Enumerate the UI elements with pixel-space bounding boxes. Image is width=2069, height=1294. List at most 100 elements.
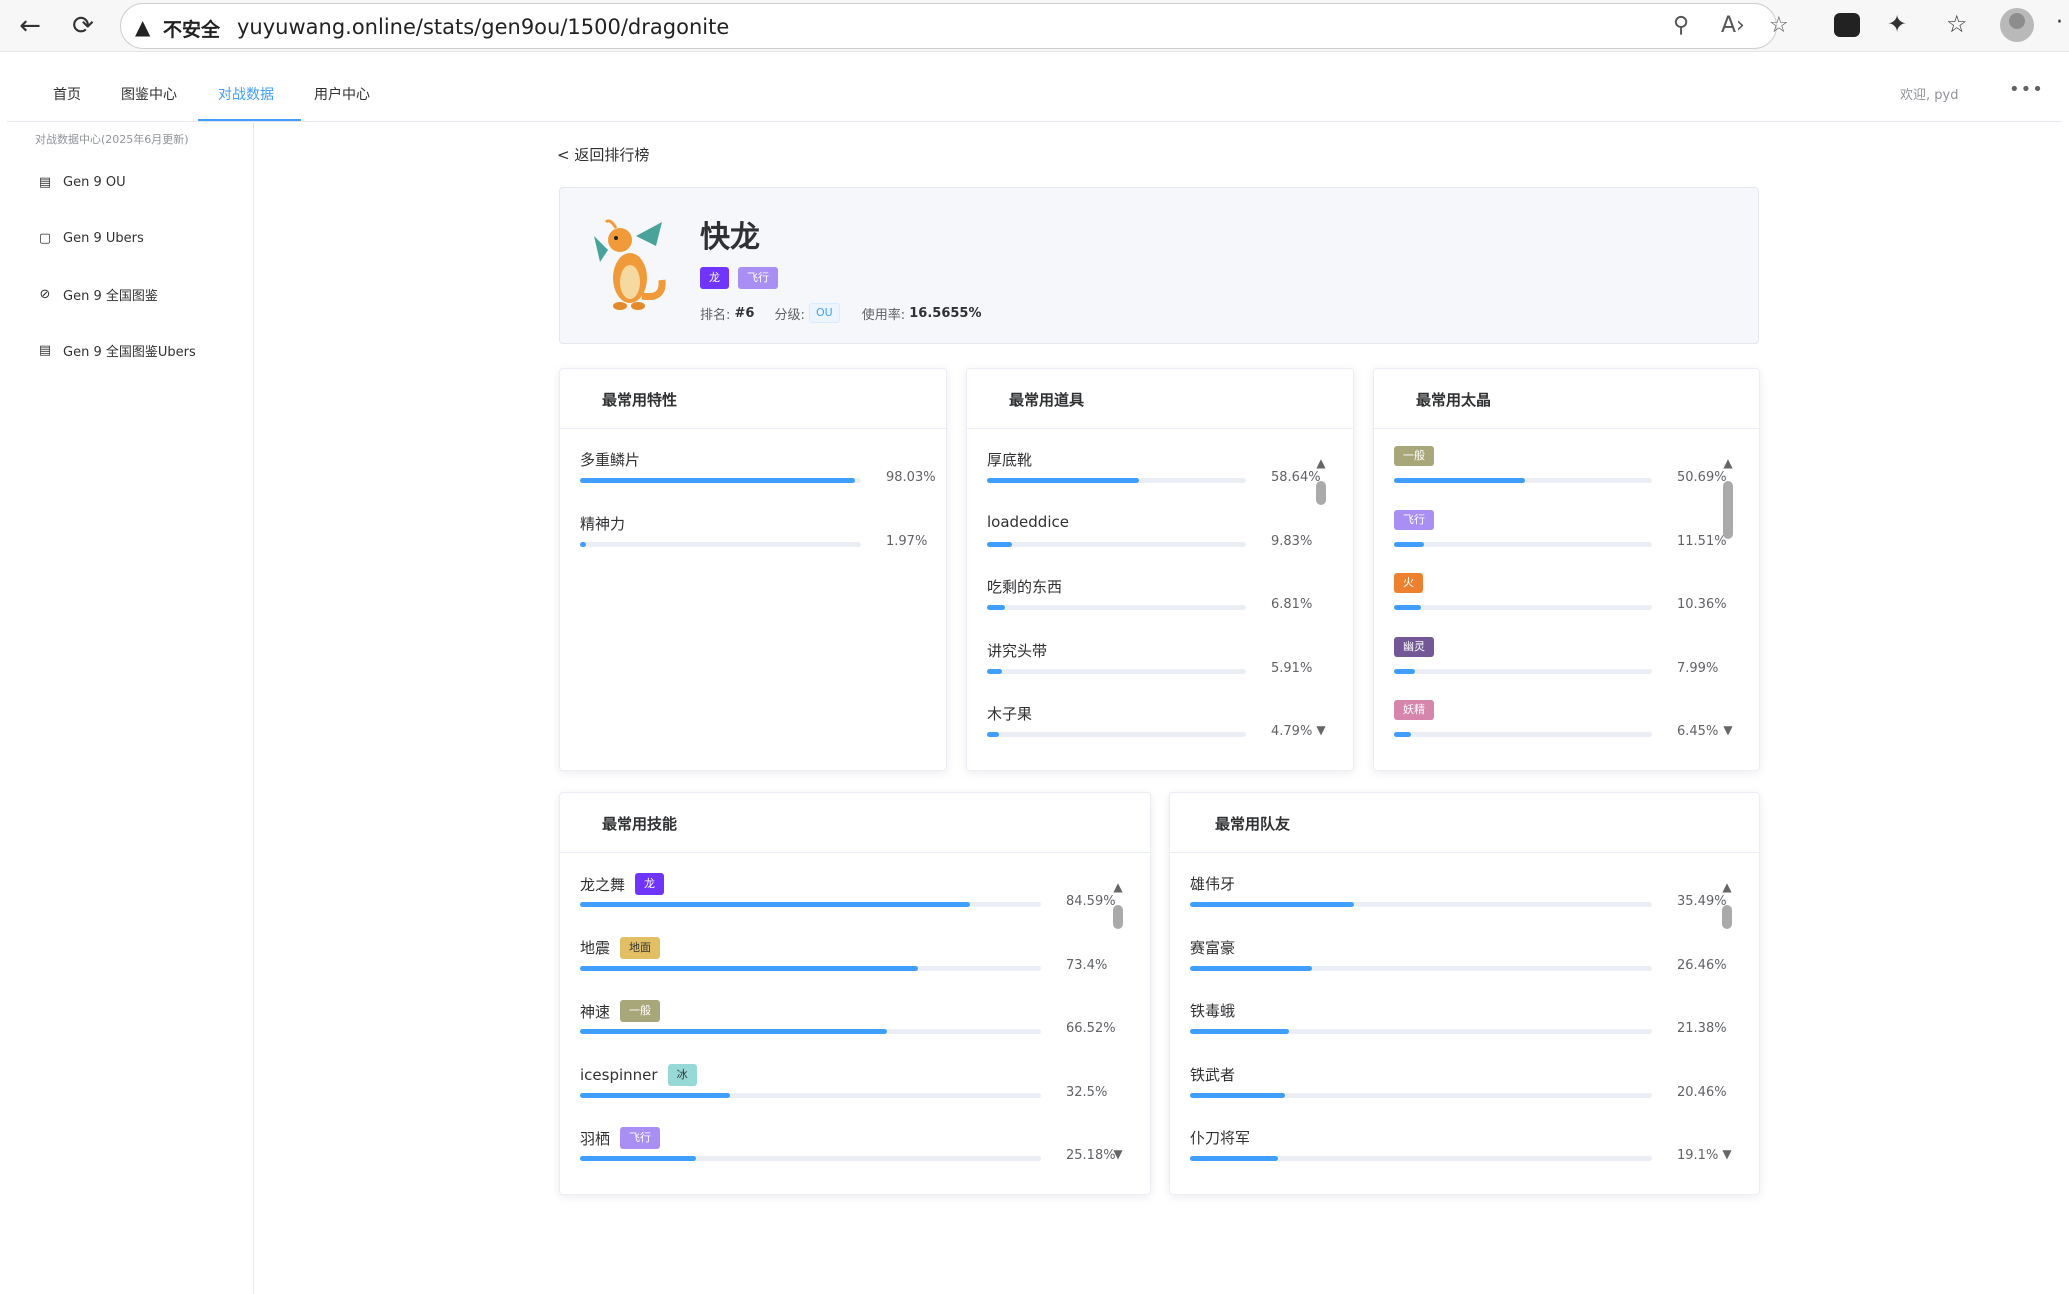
stat-name: 讲究头带 [987, 641, 1048, 660]
profile-avatar[interactable] [2000, 8, 2034, 42]
browser-menu-icon[interactable]: · [2056, 10, 2063, 35]
stat-label: 吃剩的东西 [987, 576, 1062, 597]
tera-type-tag: 一般 [1394, 446, 1434, 466]
card-title: 最常用队友 [1170, 793, 1759, 853]
compass-icon: ⊘ [39, 286, 51, 302]
scrollbar[interactable]: ▲ ▼ [1720, 853, 1734, 1173]
stat-row: 火 10.36% [1394, 556, 1739, 620]
url-text[interactable]: yuyuwang.online/stats/gen9ou/1500/dragon… [237, 15, 729, 39]
stat-name: 雄伟牙 [1190, 875, 1236, 893]
scroll-down-icon[interactable]: ▼ [1314, 723, 1328, 737]
stat-row: 羽栖 飞行 25.18% [580, 1107, 1130, 1171]
address-bar[interactable]: ▲ 不安全 yuyuwang.online/stats/gen9ou/1500/… [120, 3, 1789, 49]
usage-bar-fill [1190, 1156, 1279, 1161]
usage-bar-fill [580, 1029, 887, 1034]
stat-name: 吃剩的东西 [987, 578, 1063, 596]
scroll-up-icon[interactable]: ▲ [1720, 880, 1734, 894]
pokemon-types: 龙 飞行 [700, 267, 778, 289]
extension-icon[interactable] [1834, 13, 1860, 37]
usage-bar-fill [1394, 605, 1421, 610]
usage-bar-track [1190, 1029, 1652, 1034]
scrollbar[interactable]: ▲ ▼ [1111, 853, 1125, 1173]
usage-bar-fill [1394, 732, 1411, 737]
usage-bar-fill [987, 541, 1013, 547]
stat-row: 地震 地面 73.4% [580, 917, 1130, 981]
usage-bar-fill [580, 1092, 730, 1098]
stat-name: 羽栖 [580, 1129, 611, 1148]
scroll-thumb[interactable] [1113, 905, 1123, 929]
welcome-text: 欢迎, pyd [1900, 88, 1959, 103]
tera-type-tag: 妖精 [1394, 700, 1434, 720]
sidebar-item-gen9-ubers[interactable]: ▢ Gen 9 Ubers [37, 226, 144, 250]
sidebar-item-gen9-national[interactable]: ⊘ Gen 9 全国图鉴 [37, 282, 158, 306]
nav-home[interactable]: 首页 [53, 84, 81, 104]
puzzle-icon[interactable]: ✦ [1887, 10, 1907, 38]
stat-row: 飞行 11.51% [1394, 493, 1739, 557]
usage-bar-fill [1190, 1029, 1289, 1034]
stat-label: 铁毒蛾 [1190, 1000, 1235, 1021]
scroll-thumb[interactable] [1723, 481, 1733, 539]
nav-battle-stats[interactable]: 对战数据 [218, 84, 274, 104]
usage-percent: 98.03% [886, 470, 936, 485]
sidebar-item-gen9-national-ubers[interactable]: ▤ Gen 9 全国图鉴Ubers [37, 338, 196, 362]
usage-bar-fill [580, 1156, 697, 1161]
usage-bar-track [580, 478, 861, 483]
usage-bar-fill [1394, 668, 1415, 674]
move-type-tag: 一般 [620, 1000, 661, 1022]
dragonite-sprite [594, 219, 666, 310]
moves-card: 最常用技能 龙之舞龙 84.59% 地震 地面 73.4% 神速 一般 66.52% icesp… [559, 792, 1151, 1195]
move-type-tag: 飞行 [620, 1127, 661, 1149]
scroll-down-icon[interactable]: ▼ [1720, 1147, 1734, 1161]
usage-bar-fill [1190, 902, 1354, 907]
stat-label: 赛富豪 [1190, 937, 1235, 958]
scroll-up-icon[interactable]: ▲ [1314, 456, 1328, 470]
stat-label: 厚底靴 [987, 449, 1032, 470]
usage-bar-fill [987, 605, 1005, 610]
stat-name: 仆刀将军 [1190, 1129, 1251, 1147]
nav-user-center[interactable]: 用户中心 [314, 84, 370, 104]
more-menu-icon[interactable]: ••• [2009, 79, 2044, 100]
scroll-down-icon[interactable]: ▼ [1721, 723, 1735, 737]
scrollbar[interactable]: ▲ ▼ [1314, 429, 1328, 749]
stat-label: 火 [1394, 573, 1423, 593]
usage-percent: 66.52% [1066, 1021, 1116, 1036]
usage-percent: 1.97% [886, 533, 928, 549]
usage-percent: 50.69% [1677, 470, 1727, 485]
usage-bar-track [1394, 478, 1652, 483]
usage-percent: 6.81% [1271, 597, 1313, 612]
pokemon-header-card: 快龙 龙 飞行 排名: #6 分级: OU 使用率: 16.5655% [559, 187, 1759, 344]
items-card: 最常用道具 厚底靴 58.64% loadeddice 9.83% 吃剩的东西 6.81%… [966, 368, 1354, 771]
scroll-down-icon[interactable]: ▼ [1111, 1147, 1125, 1161]
favorites-icon[interactable]: ☆ [1946, 10, 1968, 38]
stat-label: 羽栖 飞行 [580, 1127, 661, 1149]
usage-bar-fill [987, 732, 1000, 737]
scroll-thumb[interactable] [1722, 905, 1732, 929]
stat-row: 讲究头带 5.91% [987, 620, 1333, 684]
pokemon-name: 快龙 [700, 220, 760, 255]
zoom-icon[interactable]: ⚲ [1673, 13, 1689, 38]
back-arrow-icon[interactable]: ← [10, 8, 50, 44]
document-icon: ▤ [38, 342, 52, 358]
nav-pokedex[interactable]: 图鉴中心 [121, 84, 177, 104]
reload-icon[interactable]: ⟳ [63, 8, 103, 44]
usage-bar-track [987, 541, 1246, 547]
usage-bar-fill [580, 478, 856, 483]
card-list: 雄伟牙 35.49% 赛富豪 26.46% 铁毒蛾 21.38% 铁武者 20.46% 仆刀将军… [1170, 853, 1759, 1171]
back-to-ranking-link[interactable]: < 返回排行榜 [557, 144, 649, 165]
sidebar-item-label: Gen 9 全国图鉴Ubers [63, 344, 196, 360]
usage-bar-track [987, 478, 1246, 483]
card-title: 最常用太晶 [1374, 369, 1759, 429]
stat-row: 赛富豪 26.46% [1190, 917, 1739, 981]
scroll-up-icon[interactable]: ▲ [1111, 880, 1125, 894]
abilities-card: 最常用特性 多重鳞片 98.03% 精神力 1.97% [559, 368, 947, 771]
scroll-up-icon[interactable]: ▲ [1721, 456, 1735, 470]
usage-bar-fill [580, 902, 970, 907]
sidebar-item-gen9-ou[interactable]: ▤ Gen 9 OU [37, 170, 126, 194]
teammates-card: 最常用队友 雄伟牙 35.49% 赛富豪 26.46% 铁毒蛾 21.38% 铁武者 20.4… [1169, 792, 1760, 1195]
scroll-thumb[interactable] [1316, 481, 1326, 505]
read-aloud-icon[interactable]: A› [1721, 13, 1745, 38]
scrollbar[interactable]: ▲ ▼ [1721, 429, 1735, 749]
sidebar-item-label: Gen 9 全国图鉴 [63, 288, 158, 304]
tera-card: 最常用太晶 一般 50.69% 飞行 11.51% 火 10.36% 幽灵 7.99% 妖精 6.… [1373, 368, 1760, 771]
favorite-star-icon[interactable]: ☆ [1769, 13, 1789, 38]
